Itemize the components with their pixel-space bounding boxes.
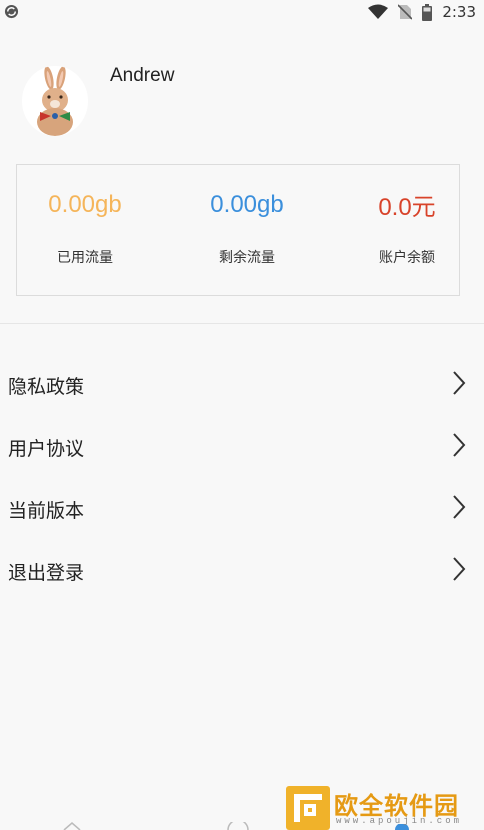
watermark-subtitle: www.apoujin.com: [336, 816, 463, 826]
watermark: 欧全软件园 www.apoujin.com: [286, 784, 482, 830]
username: Andrew: [110, 65, 175, 86]
menu-item-logout[interactable]: 退出登录: [0, 540, 484, 600]
stat-label: 剩余流量: [219, 250, 275, 266]
section-divider: [0, 323, 484, 324]
stat-value: 0.0元: [378, 194, 436, 221]
menu-item-current-version[interactable]: 当前版本: [0, 478, 484, 538]
stat-value: 0.00gb: [210, 191, 284, 218]
no-sim-icon: [398, 4, 413, 20]
stat-remaining-traffic: 0.00gb 剩余流量: [173, 165, 321, 295]
chevron-right-icon: [453, 557, 466, 581]
usage-stats-card: 0.00gb 已用流量 0.00gb 剩余流量 0.0元 账户余额: [16, 164, 460, 296]
profile-header: Andrew: [0, 24, 484, 164]
wifi-icon: [368, 4, 389, 19]
stat-account-balance: 0.0元 账户余额: [333, 165, 481, 295]
stat-value: 0.00gb: [48, 191, 122, 218]
menu-item-user-agreement[interactable]: 用户协议: [0, 416, 484, 476]
battery-icon: [422, 3, 433, 21]
menu-item-label: 退出登录: [8, 562, 85, 584]
stat-label: 账户余额: [379, 250, 435, 266]
stat-label: 已用流量: [57, 250, 113, 266]
menu-item-label: 隐私政策: [8, 376, 85, 398]
menu-item-label: 用户协议: [8, 438, 85, 460]
status-bar: 2:33: [0, 0, 484, 24]
stat-used-traffic: 0.00gb 已用流量: [11, 165, 159, 295]
chevron-right-icon: [453, 371, 466, 395]
menu-item-label: 当前版本: [8, 500, 85, 522]
avatar[interactable]: [22, 66, 88, 136]
chevron-right-icon: [453, 495, 466, 519]
rabbit-avatar-icon: [37, 66, 73, 136]
watermark-logo-icon: [286, 786, 330, 830]
status-indicators: 2:33: [368, 2, 476, 22]
discover-tab-icon[interactable]: [226, 822, 250, 830]
home-tab-icon[interactable]: [62, 822, 82, 830]
sync-icon: [4, 4, 19, 19]
menu-item-privacy-policy[interactable]: 隐私政策: [0, 354, 484, 414]
status-time: 2:33: [442, 3, 476, 21]
chevron-right-icon: [453, 433, 466, 457]
